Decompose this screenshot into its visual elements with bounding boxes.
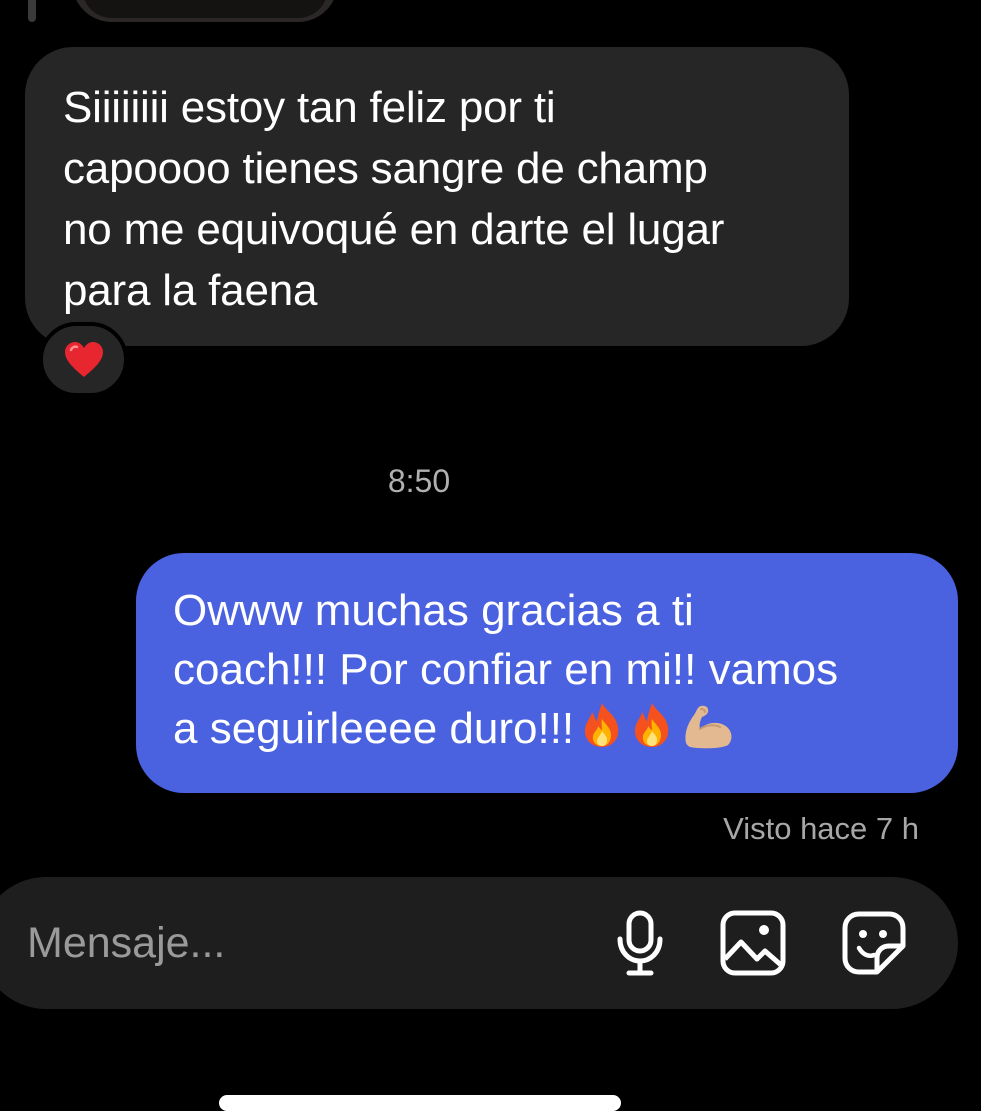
gallery-button[interactable] [715, 905, 791, 981]
voice-message-button[interactable] [602, 905, 678, 981]
message-reaction[interactable] [39, 322, 128, 397]
message-timestamp: 8:50 [387, 463, 451, 499]
seen-status: Visto hace 7 h [723, 811, 919, 846]
image-icon [720, 910, 786, 976]
sticker-button[interactable] [836, 905, 912, 981]
message-line: no me equivoqué en darte el lugar [63, 205, 725, 254]
message-input[interactable] [27, 910, 587, 976]
home-indicator[interactable] [219, 1095, 621, 1111]
scroll-edge-indicator [28, 0, 36, 22]
sticker-icon [842, 911, 906, 975]
previous-media-message[interactable] [72, 0, 338, 22]
fire-emoji-icon [630, 701, 674, 749]
message-line: Siiiiiiii estoy tan feliz por ti [63, 83, 556, 132]
fire-emoji-icon [580, 701, 624, 749]
outgoing-message-bubble[interactable]: Owww muchas gracias a ti coach!!! Por co… [136, 553, 958, 793]
message-line: Owww muchas gracias a ti [173, 586, 694, 635]
flexed-biceps-emoji-icon [680, 703, 736, 749]
message-line: para la faena [63, 266, 318, 315]
message-line-text: a seguirleeee duro!!! [173, 704, 575, 753]
message-line-with-emojis: a seguirleeee duro!!! [173, 699, 922, 758]
message-line: coach!!! Por confiar en mi!! vamos [173, 645, 839, 694]
incoming-message-bubble[interactable]: Siiiiiiii estoy tan feliz por ti capoooo… [25, 47, 849, 346]
heart-emoji-icon [64, 341, 103, 377]
microphone-icon [617, 910, 663, 976]
message-line: capoooo tienes sangre de champ [63, 144, 708, 193]
